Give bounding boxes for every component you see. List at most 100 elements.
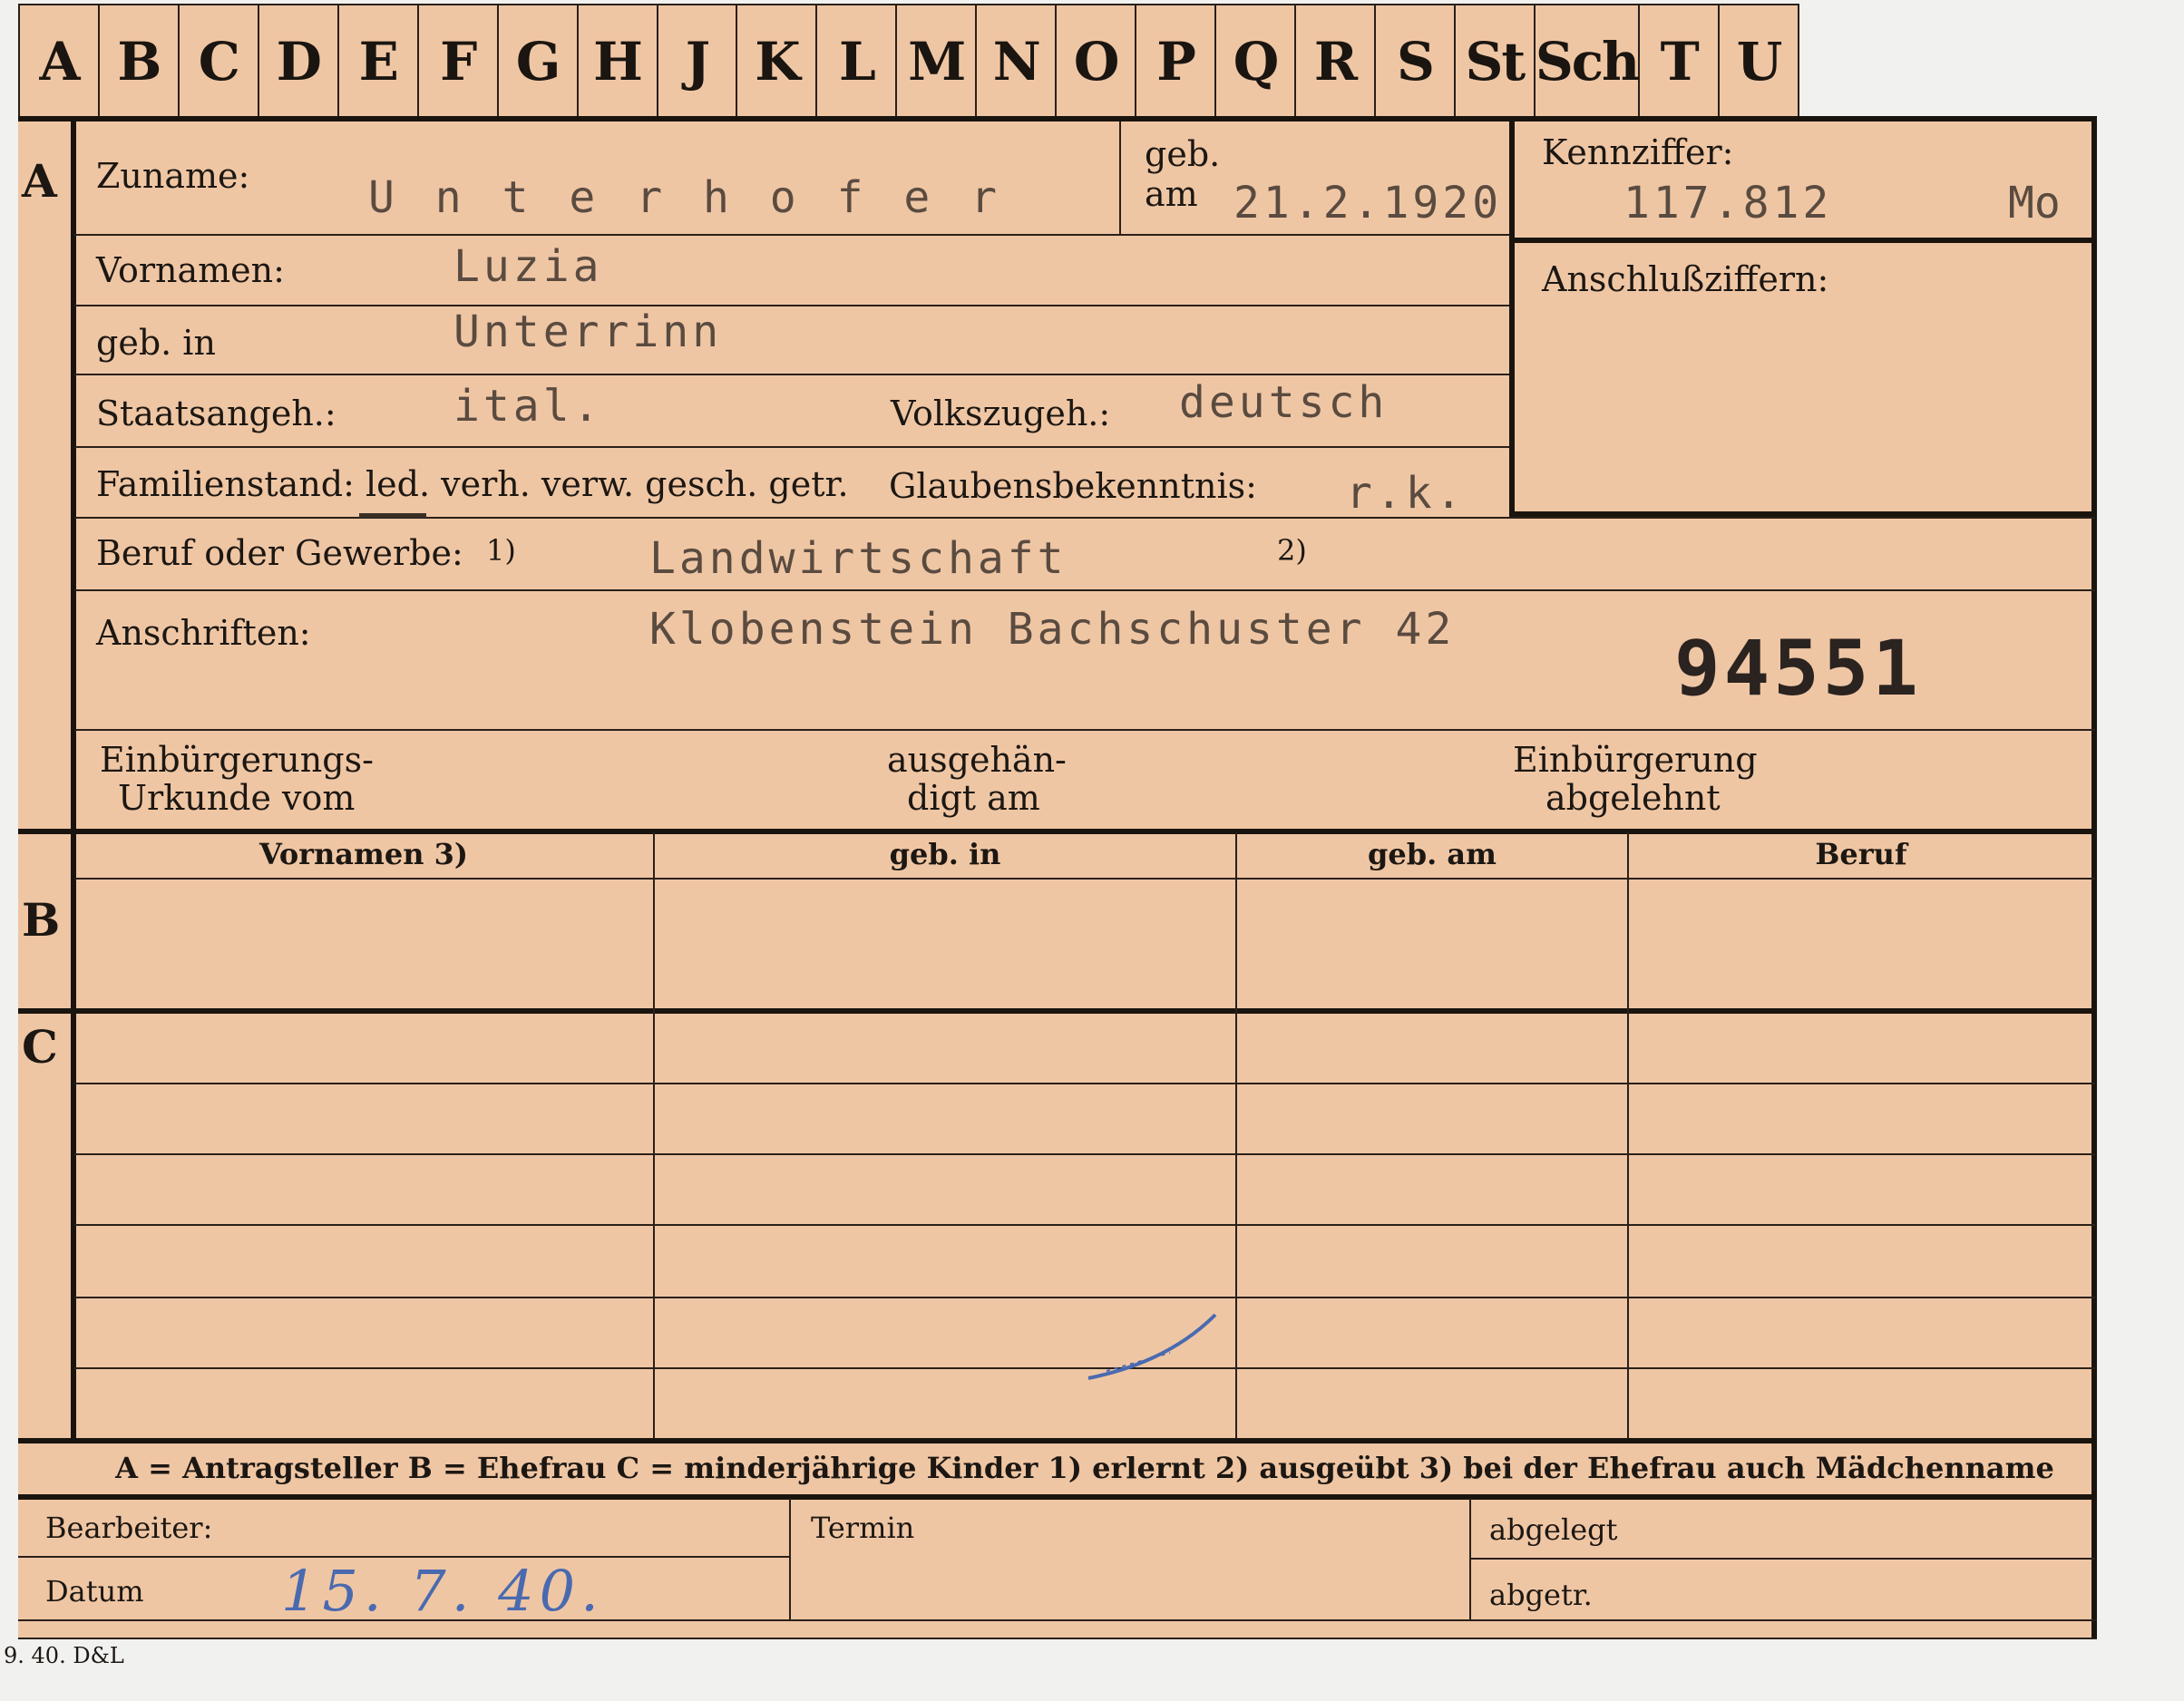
section-c-letter: C xyxy=(22,1020,58,1074)
beruf-label: Beruf oder Gewerbe: xyxy=(96,533,463,573)
einb-urkunde-line2: Urkunde vom xyxy=(118,778,356,818)
section-b-letter: B xyxy=(22,893,61,947)
col-divider xyxy=(1627,832,1629,1438)
anschriften-value: Klobenstein Bachschuster 42 xyxy=(649,604,1456,655)
tab-h[interactable]: H xyxy=(579,5,658,118)
number-stamp: 94551 xyxy=(1674,624,1922,713)
section-c-bottom xyxy=(18,1438,2097,1443)
beruf-note2: 2) xyxy=(1277,533,1307,568)
col-divider xyxy=(1235,832,1237,1438)
familienstand-underline xyxy=(359,513,426,518)
staatsangeh-label: Staatsangeh.: xyxy=(96,394,336,433)
tab-u[interactable]: U xyxy=(1720,5,1798,118)
pen-mark xyxy=(1087,1313,1217,1380)
tab-t[interactable]: T xyxy=(1640,5,1721,118)
footer-top xyxy=(18,1494,2097,1500)
row-line xyxy=(74,446,1509,448)
tab-st[interactable]: St xyxy=(1456,5,1536,118)
volkszugeh-label: Volkszugeh.: xyxy=(891,394,1111,433)
anschluss-bottom xyxy=(1515,511,2095,517)
kennziffer-label: Kennziffer: xyxy=(1542,132,1734,172)
ausgehaendigt-line2: digt am xyxy=(907,778,1040,818)
beruf-value: Landwirtschaft xyxy=(649,533,1068,584)
col-header-geb-am: geb. am xyxy=(1368,837,1497,871)
column-header-line xyxy=(74,878,2095,880)
geb-in-value: Unterrinn xyxy=(453,306,723,357)
beruf-note1: 1) xyxy=(486,533,516,568)
kennziffer-box-left xyxy=(1509,122,1515,517)
tab-f[interactable]: F xyxy=(419,5,499,118)
row-line xyxy=(74,1083,2095,1084)
zuname-value: U n t e r h o f e r xyxy=(368,172,1005,223)
kennziffer-value: 117.812 xyxy=(1623,178,1833,228)
vornamen-label: Vornamen: xyxy=(96,250,285,290)
tab-s[interactable]: S xyxy=(1376,5,1456,118)
section-c-top xyxy=(18,1008,2097,1014)
tab-j[interactable]: J xyxy=(658,5,738,118)
kennziffer-suffix: Mo xyxy=(2008,178,2061,228)
tab-g[interactable]: G xyxy=(499,5,579,118)
einb-abgelehnt-line2: abgelehnt xyxy=(1545,778,1721,818)
datum-value: 15. 7. 40. xyxy=(281,1558,604,1624)
row-line xyxy=(74,729,2095,731)
geb-am-value: 21.2.1920 xyxy=(1233,178,1503,228)
divider xyxy=(1119,122,1121,234)
footer-row-line xyxy=(1469,1558,2095,1560)
abgelegt-label: abgelegt xyxy=(1489,1512,1618,1547)
einb-urkunde-line1: Einbürgerungs- xyxy=(100,740,374,780)
zuname-label: Zuname: xyxy=(96,156,250,196)
row-line xyxy=(74,1297,2095,1298)
anschriften-label: Anschriften: xyxy=(96,613,311,653)
termin-label: Termin xyxy=(811,1511,915,1545)
card-top-border xyxy=(18,116,2097,122)
glaubens-value: r.k. xyxy=(1346,468,1466,519)
section-b-top xyxy=(18,829,2097,834)
am-label: am xyxy=(1145,174,1198,214)
tab-m[interactable]: M xyxy=(897,5,978,118)
row-line xyxy=(74,305,1509,306)
footer-divider xyxy=(1469,1498,1471,1621)
tab-k[interactable]: K xyxy=(737,5,818,118)
row-line xyxy=(74,1153,2095,1155)
tab-o[interactable]: O xyxy=(1057,5,1137,118)
tab-sch[interactable]: Sch xyxy=(1536,5,1640,118)
col-divider xyxy=(653,832,655,1438)
tab-n[interactable]: N xyxy=(977,5,1058,118)
glaubens-label: Glaubensbekenntnis: xyxy=(889,466,1257,506)
row-line xyxy=(74,374,1509,375)
card-bottom-border xyxy=(18,1638,2097,1639)
tab-b[interactable]: B xyxy=(100,5,180,118)
datum-label: Datum xyxy=(45,1574,144,1609)
row-line xyxy=(74,1224,2095,1226)
vornamen-value: Luzia xyxy=(453,241,603,292)
tab-a[interactable]: A xyxy=(20,5,100,118)
kennziffer-line xyxy=(1515,238,2095,243)
alphabet-tabs: A B C D E F G H J K L M N O P Q R S St Sch T U xyxy=(18,4,1799,118)
legend: A = Antragsteller B = Ehefrau C = minder… xyxy=(115,1451,2054,1485)
ausgehaendigt-line1: ausgehän- xyxy=(887,740,1067,780)
einb-abgelehnt-line1: Einbürgerung xyxy=(1513,740,1758,780)
col-header-beruf: Beruf xyxy=(1815,837,1907,871)
col-header-vornamen: Vornamen 3) xyxy=(258,837,469,871)
row-line xyxy=(74,234,1509,236)
geb-label: geb. xyxy=(1145,134,1221,174)
volkszugeh-value: deutsch xyxy=(1179,377,1389,428)
bearbeiter-label: Bearbeiter: xyxy=(45,1511,213,1545)
tab-c[interactable]: C xyxy=(180,5,259,118)
section-column-border xyxy=(71,116,76,1440)
tab-q[interactable]: Q xyxy=(1216,5,1296,118)
geb-in-label: geb. in xyxy=(96,323,216,363)
familienstand-label: Familienstand: led. verh. verw. gesch. g… xyxy=(96,464,849,504)
tab-d[interactable]: D xyxy=(259,5,339,118)
abgetr-label: abgetr. xyxy=(1489,1578,1593,1612)
anschluss-label: Anschlußziffern: xyxy=(1542,259,1829,299)
staatsangeh-value: ital. xyxy=(453,381,603,432)
col-header-geb-in: geb. in xyxy=(889,837,1001,871)
tab-r[interactable]: R xyxy=(1296,5,1376,118)
footer-divider xyxy=(789,1498,791,1621)
row-line xyxy=(74,589,2095,591)
tab-e[interactable]: E xyxy=(339,5,419,118)
tab-p[interactable]: P xyxy=(1136,5,1217,118)
tab-l[interactable]: L xyxy=(817,5,898,118)
print-mark: 9. 40. D&L xyxy=(4,1643,124,1668)
